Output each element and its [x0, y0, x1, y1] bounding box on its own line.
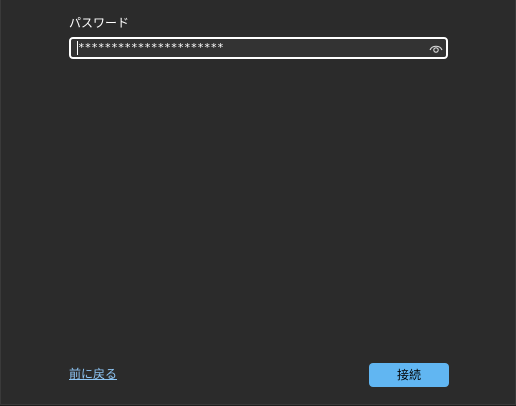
password-label: パスワード: [69, 16, 130, 30]
password-masked-value: **********************: [78, 41, 224, 54]
password-input[interactable]: **********************: [69, 37, 448, 59]
eye-icon: [429, 45, 443, 53]
connect-button[interactable]: 接続: [369, 363, 449, 387]
wifi-connect-panel: パスワード ********************** 前に戻る 接続: [0, 0, 516, 405]
back-link[interactable]: 前に戻る: [69, 366, 117, 382]
reveal-password-button[interactable]: [428, 40, 444, 56]
